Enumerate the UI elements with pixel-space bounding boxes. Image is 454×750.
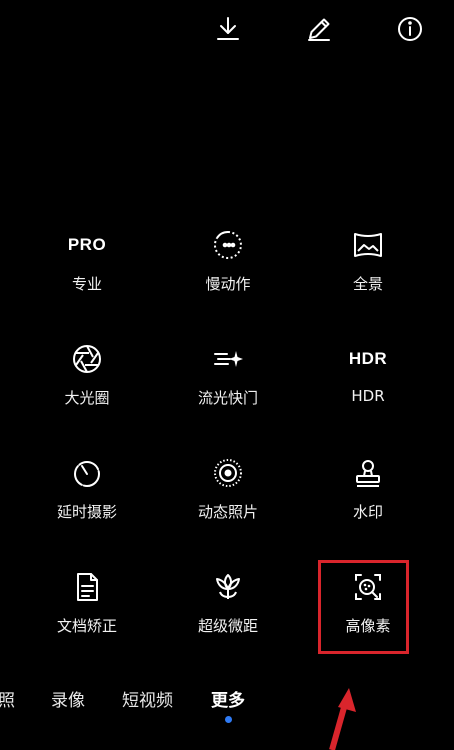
arrow-up-icon <box>329 688 356 750</box>
edit-icon[interactable] <box>302 12 336 46</box>
mode-hdr[interactable]: HDR HDR <box>298 339 438 429</box>
pro-text-icon: PRO <box>67 235 107 254</box>
mode-label: 全景 <box>352 275 383 293</box>
tab-short-video[interactable]: 短视频 <box>122 686 173 711</box>
slow-motion-icon <box>208 225 248 265</box>
mode-aperture[interactable]: 大光圈 <box>17 339 157 429</box>
watermark-stamp-icon <box>348 453 388 493</box>
mode-super-macro[interactable]: 超级微距 <box>158 567 298 657</box>
mode-label: 慢动作 <box>205 275 251 293</box>
info-icon[interactable] <box>393 12 427 46</box>
mode-document[interactable]: 文档矫正 <box>17 567 157 657</box>
mode-label: 大光圈 <box>64 389 110 407</box>
flower-macro-icon <box>208 567 248 607</box>
document-icon <box>67 567 107 607</box>
mode-label: 水印 <box>352 503 383 521</box>
mode-label: 超级微距 <box>197 617 258 635</box>
hdr-text-icon: HDR <box>348 349 388 368</box>
mode-pro[interactable]: PRO 专业 <box>17 225 157 315</box>
moving-picture-icon <box>208 453 248 493</box>
highlight-box <box>318 560 409 654</box>
tab-photo[interactable]: 照 <box>0 686 15 711</box>
mode-label: HDR <box>351 387 385 405</box>
mode-panorama[interactable]: 全景 <box>298 225 438 315</box>
mode-moving-picture[interactable]: 动态照片 <box>158 453 298 543</box>
active-tab-indicator <box>225 716 232 723</box>
mode-light-painting[interactable]: 流光快门 <box>158 339 298 429</box>
panorama-icon <box>348 225 388 265</box>
mode-label: 延时摄影 <box>56 503 117 521</box>
download-icon[interactable] <box>211 12 245 46</box>
mode-watermark[interactable]: 水印 <box>298 453 438 543</box>
light-painting-icon <box>208 339 248 379</box>
timelapse-icon <box>67 453 107 493</box>
tab-video[interactable]: 录像 <box>51 686 85 711</box>
mode-label: 流光快门 <box>197 389 258 407</box>
aperture-icon <box>67 339 107 379</box>
mode-slow-motion[interactable]: 慢动作 <box>158 225 298 315</box>
mode-timelapse[interactable]: 延时摄影 <box>17 453 157 543</box>
tab-more[interactable]: 更多 <box>211 686 245 711</box>
mode-label: 文档矫正 <box>56 617 117 635</box>
mode-label: 专业 <box>71 275 102 293</box>
mode-label: 动态照片 <box>197 503 258 521</box>
mode-tabs: 照 录像 短视频 更多 <box>0 686 454 716</box>
